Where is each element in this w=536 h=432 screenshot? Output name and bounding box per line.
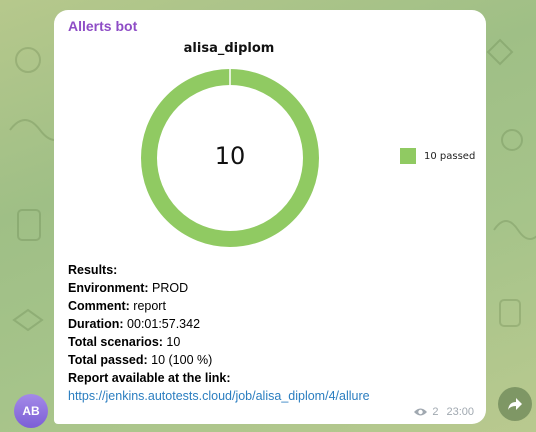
legend-label: 10 passed	[424, 150, 476, 162]
share-arrow-icon	[508, 398, 522, 410]
environment-value: PROD	[148, 281, 189, 295]
eye-icon	[414, 408, 428, 416]
results-label: Results:	[68, 263, 118, 277]
duration-value: 00:01:57.342	[123, 317, 201, 331]
report-link[interactable]: https://jenkins.autotests.cloud/job/alis…	[68, 389, 370, 403]
report-text: Results: Environment: PROD Comment: repo…	[68, 261, 370, 405]
chart-legend: 10 passed	[400, 148, 475, 164]
passed-value: 10 (100 %)	[147, 353, 213, 367]
avatar-initials: AB	[22, 404, 40, 418]
results-line: Results:	[68, 261, 370, 279]
passed-label: Total passed:	[68, 353, 148, 367]
report-chart[interactable]: alisa_diplom 10 10 passed	[54, 38, 486, 260]
link-line: https://jenkins.autotests.cloud/job/alis…	[68, 387, 370, 405]
duration-line: Duration: 00:01:57.342	[68, 315, 370, 333]
chart-center-label: 10	[214, 142, 246, 170]
scenarios-label: Total scenarios:	[68, 335, 163, 349]
chart-title: alisa_diplom	[183, 41, 275, 56]
comment-value: report	[129, 299, 166, 313]
scenarios-value: 10	[162, 335, 181, 349]
sender-name[interactable]: Allerts bot	[68, 18, 137, 34]
share-button[interactable]	[498, 387, 532, 421]
view-count: 2	[432, 406, 439, 418]
comment-label: Comment:	[68, 299, 130, 313]
environment-line: Environment: PROD	[68, 279, 370, 297]
link-label: Report available at the link:	[68, 371, 231, 385]
passed-line: Total passed: 10 (100 %)	[68, 351, 370, 369]
link-label-line: Report available at the link:	[68, 369, 370, 387]
message-bubble: Allerts bot alisa_diplom 10 10 passed Re…	[54, 10, 486, 424]
message-time: 23:00	[446, 406, 474, 418]
comment-line: Comment: report	[68, 297, 370, 315]
duration-label: Duration:	[68, 317, 124, 331]
message-meta: 2 23:00	[413, 406, 474, 418]
environment-label: Environment:	[68, 281, 149, 295]
legend-swatch	[400, 148, 416, 164]
scenarios-line: Total scenarios: 10	[68, 333, 370, 351]
avatar[interactable]: AB	[14, 394, 48, 428]
